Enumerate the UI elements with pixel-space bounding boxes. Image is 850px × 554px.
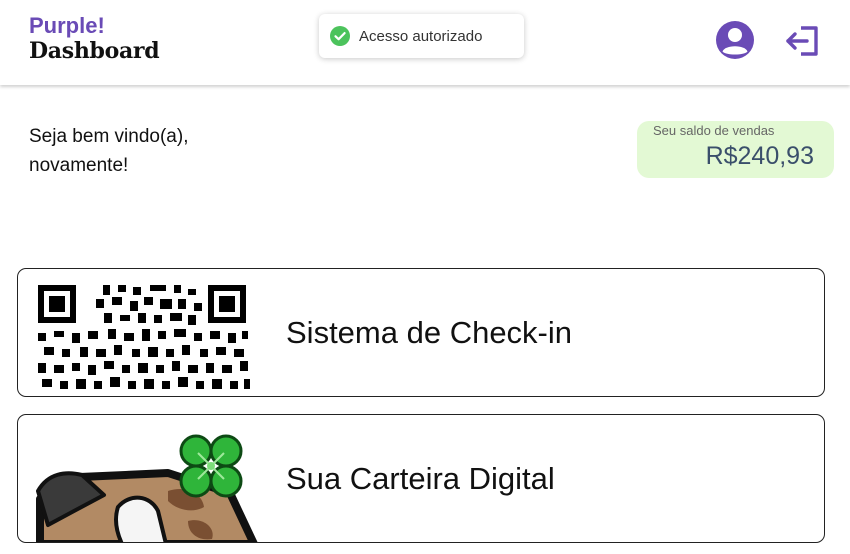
app-logo[interactable]: Purple! Dashboard xyxy=(29,13,160,65)
top-header: Purple! Dashboard Acesso autorizado xyxy=(0,0,850,85)
welcome-message: Seja bem vindo(a), novamente! xyxy=(29,122,289,180)
brand-name-bottom: Dashboard xyxy=(29,38,160,64)
qr-code-icon xyxy=(38,285,250,389)
success-toast: Acesso autorizado xyxy=(319,14,524,58)
logout-icon[interactable] xyxy=(785,24,821,58)
check-circle-icon xyxy=(330,26,350,46)
sales-balance-card: Seu saldo de vendas R$240,93 xyxy=(637,121,834,178)
welcome-line-1: Seja bem vindo(a), xyxy=(29,126,189,147)
brand-name-top: Purple! xyxy=(29,13,105,38)
user-avatar-icon[interactable] xyxy=(715,20,755,60)
checkin-card-title: Sistema de Check-in xyxy=(286,315,573,350)
digital-wallet-card[interactable]: Sua Carteira Digital xyxy=(17,414,825,543)
welcome-line-2: novamente! xyxy=(29,155,129,176)
lucky-wallet-icon xyxy=(36,434,258,542)
wallet-card-title: Sua Carteira Digital xyxy=(286,461,555,496)
toast-message: Acesso autorizado xyxy=(359,27,483,45)
balance-label: Seu saldo de vendas xyxy=(653,123,775,138)
checkin-system-card[interactable]: Sistema de Check-in xyxy=(17,268,825,397)
balance-value: R$240,93 xyxy=(705,142,814,170)
